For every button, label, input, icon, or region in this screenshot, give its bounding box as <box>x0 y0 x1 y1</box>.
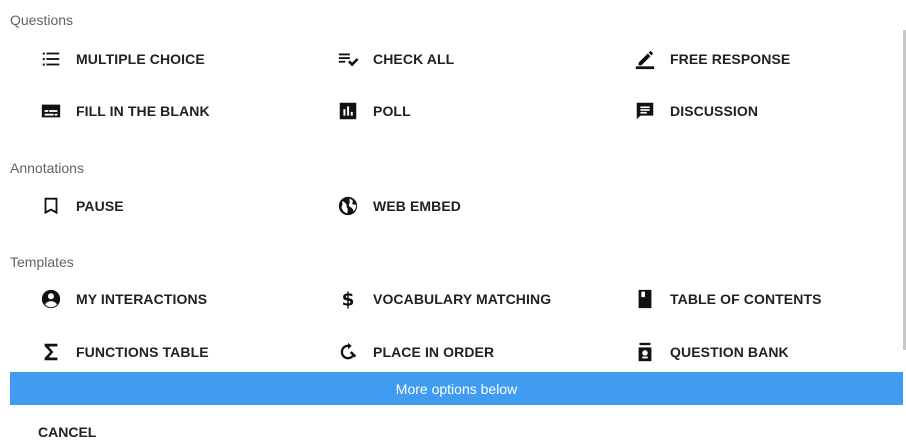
section-title-questions: Questions <box>10 12 74 28</box>
option-label: WEB EMBED <box>373 198 462 214</box>
bookmark-icon <box>38 193 64 219</box>
option-label: MULTIPLE CHOICE <box>76 51 205 67</box>
section-title-templates: Templates <box>10 254 74 270</box>
poll-icon <box>335 98 361 124</box>
option-vocabulary-matching[interactable]: $ VOCABULARY MATCHING <box>335 283 551 315</box>
subtitles-icon <box>38 98 64 124</box>
option-web-embed[interactable]: WEB EMBED <box>335 190 461 222</box>
option-label: TABLE OF CONTENTS <box>670 291 822 307</box>
cancel-button[interactable]: CANCEL <box>38 424 96 440</box>
option-discussion[interactable]: DISCUSSION <box>632 95 758 127</box>
option-fill-in-the-blank[interactable]: FILL IN THE BLANK <box>38 95 210 127</box>
pencil-icon <box>632 46 658 72</box>
option-label: PLACE IN ORDER <box>373 344 495 360</box>
option-label: FUNCTIONS TABLE <box>76 344 209 360</box>
option-label: QUESTION BANK <box>670 344 789 360</box>
option-functions-table[interactable]: FUNCTIONS TABLE <box>38 336 209 368</box>
chat-icon <box>632 98 658 124</box>
sigma-icon <box>38 339 64 365</box>
more-options-banner[interactable]: More options below <box>10 372 903 405</box>
option-label: VOCABULARY MATCHING <box>373 291 552 307</box>
option-label: MY INTERACTIONS <box>76 291 208 307</box>
option-multiple-choice[interactable]: MULTIPLE CHOICE <box>38 43 205 75</box>
option-table-of-contents[interactable]: TABLE OF CONTENTS <box>632 283 822 315</box>
option-place-in-order[interactable]: PLACE IN ORDER <box>335 336 494 368</box>
option-label: PAUSE <box>76 198 124 214</box>
section-title-annotations: Annotations <box>10 160 84 176</box>
account-circle-icon <box>38 286 64 312</box>
option-my-interactions[interactable]: MY INTERACTIONS <box>38 283 207 315</box>
option-label: FREE RESPONSE <box>670 51 791 67</box>
book-icon <box>632 286 658 312</box>
option-free-response[interactable]: FREE RESPONSE <box>632 43 790 75</box>
option-pause[interactable]: PAUSE <box>38 190 124 222</box>
option-label: POLL <box>373 103 411 119</box>
checklist-icon <box>335 46 361 72</box>
option-check-all[interactable]: CHECK ALL <box>335 43 454 75</box>
sort-icon <box>335 339 361 365</box>
svg-text:$: $ <box>342 289 355 310</box>
option-question-bank[interactable]: QUESTION BANK <box>632 336 789 368</box>
option-poll[interactable]: POLL <box>335 95 411 127</box>
globe-icon <box>335 193 361 219</box>
bank-icon <box>632 339 658 365</box>
option-label: CHECK ALL <box>373 51 455 67</box>
option-label: DISCUSSION <box>670 103 759 119</box>
option-label: FILL IN THE BLANK <box>76 103 210 119</box>
dollar-icon: $ <box>335 286 361 312</box>
list-icon <box>38 46 64 72</box>
